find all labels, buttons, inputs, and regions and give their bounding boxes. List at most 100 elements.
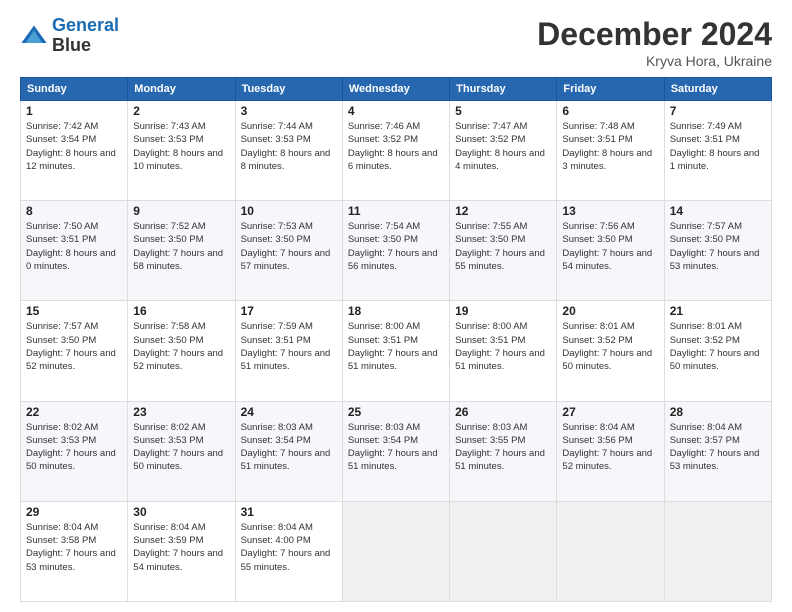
day-detail: Sunrise: 7:53 AM Sunset: 3:50 PM Dayligh… <box>241 220 337 273</box>
weekday-header-cell: Friday <box>557 78 664 101</box>
calendar-day-cell <box>450 501 557 601</box>
calendar-day-cell: 13 Sunrise: 7:56 AM Sunset: 3:50 PM Dayl… <box>557 201 664 301</box>
calendar-day-cell: 23 Sunrise: 8:02 AM Sunset: 3:53 PM Dayl… <box>128 401 235 501</box>
calendar-day-cell: 4 Sunrise: 7:46 AM Sunset: 3:52 PM Dayli… <box>342 101 449 201</box>
day-number: 19 <box>455 304 551 318</box>
day-number: 23 <box>133 405 229 419</box>
day-detail: Sunrise: 8:04 AM Sunset: 3:57 PM Dayligh… <box>670 421 766 474</box>
day-number: 28 <box>670 405 766 419</box>
day-detail: Sunrise: 7:55 AM Sunset: 3:50 PM Dayligh… <box>455 220 551 273</box>
day-detail: Sunrise: 7:57 AM Sunset: 3:50 PM Dayligh… <box>670 220 766 273</box>
day-detail: Sunrise: 8:03 AM Sunset: 3:54 PM Dayligh… <box>348 421 444 474</box>
calendar-week-row: 22 Sunrise: 8:02 AM Sunset: 3:53 PM Dayl… <box>21 401 772 501</box>
day-detail: Sunrise: 7:58 AM Sunset: 3:50 PM Dayligh… <box>133 320 229 373</box>
calendar-day-cell: 31 Sunrise: 8:04 AM Sunset: 4:00 PM Dayl… <box>235 501 342 601</box>
logo-icon <box>20 22 48 50</box>
day-detail: Sunrise: 7:46 AM Sunset: 3:52 PM Dayligh… <box>348 120 444 173</box>
calendar-day-cell: 6 Sunrise: 7:48 AM Sunset: 3:51 PM Dayli… <box>557 101 664 201</box>
day-detail: Sunrise: 7:49 AM Sunset: 3:51 PM Dayligh… <box>670 120 766 173</box>
day-number: 2 <box>133 104 229 118</box>
day-number: 29 <box>26 505 122 519</box>
day-number: 22 <box>26 405 122 419</box>
day-number: 12 <box>455 204 551 218</box>
weekday-header-cell: Saturday <box>664 78 771 101</box>
calendar-day-cell <box>664 501 771 601</box>
day-number: 10 <box>241 204 337 218</box>
day-detail: Sunrise: 7:52 AM Sunset: 3:50 PM Dayligh… <box>133 220 229 273</box>
day-detail: Sunrise: 7:42 AM Sunset: 3:54 PM Dayligh… <box>26 120 122 173</box>
calendar-day-cell: 22 Sunrise: 8:02 AM Sunset: 3:53 PM Dayl… <box>21 401 128 501</box>
calendar-day-cell: 7 Sunrise: 7:49 AM Sunset: 3:51 PM Dayli… <box>664 101 771 201</box>
day-number: 4 <box>348 104 444 118</box>
day-detail: Sunrise: 8:04 AM Sunset: 3:58 PM Dayligh… <box>26 521 122 574</box>
calendar-day-cell: 18 Sunrise: 8:00 AM Sunset: 3:51 PM Dayl… <box>342 301 449 401</box>
day-number: 18 <box>348 304 444 318</box>
day-number: 15 <box>26 304 122 318</box>
weekday-header-row: SundayMondayTuesdayWednesdayThursdayFrid… <box>21 78 772 101</box>
calendar-day-cell: 1 Sunrise: 7:42 AM Sunset: 3:54 PM Dayli… <box>21 101 128 201</box>
calendar-day-cell: 9 Sunrise: 7:52 AM Sunset: 3:50 PM Dayli… <box>128 201 235 301</box>
day-detail: Sunrise: 8:02 AM Sunset: 3:53 PM Dayligh… <box>26 421 122 474</box>
day-number: 14 <box>670 204 766 218</box>
day-detail: Sunrise: 8:03 AM Sunset: 3:54 PM Dayligh… <box>241 421 337 474</box>
day-number: 5 <box>455 104 551 118</box>
day-number: 17 <box>241 304 337 318</box>
title-block: December 2024 Kryva Hora, Ukraine <box>537 16 772 69</box>
calendar-day-cell: 30 Sunrise: 8:04 AM Sunset: 3:59 PM Dayl… <box>128 501 235 601</box>
day-number: 24 <box>241 405 337 419</box>
calendar-day-cell: 28 Sunrise: 8:04 AM Sunset: 3:57 PM Dayl… <box>664 401 771 501</box>
weekday-header-cell: Monday <box>128 78 235 101</box>
calendar-day-cell: 19 Sunrise: 8:00 AM Sunset: 3:51 PM Dayl… <box>450 301 557 401</box>
location: Kryva Hora, Ukraine <box>537 53 772 69</box>
weekday-header-cell: Sunday <box>21 78 128 101</box>
calendar-day-cell: 24 Sunrise: 8:03 AM Sunset: 3:54 PM Dayl… <box>235 401 342 501</box>
calendar-day-cell: 2 Sunrise: 7:43 AM Sunset: 3:53 PM Dayli… <box>128 101 235 201</box>
calendar-day-cell: 27 Sunrise: 8:04 AM Sunset: 3:56 PM Dayl… <box>557 401 664 501</box>
logo: General Blue <box>20 16 119 56</box>
day-number: 31 <box>241 505 337 519</box>
calendar-week-row: 15 Sunrise: 7:57 AM Sunset: 3:50 PM Dayl… <box>21 301 772 401</box>
calendar-day-cell: 11 Sunrise: 7:54 AM Sunset: 3:50 PM Dayl… <box>342 201 449 301</box>
day-detail: Sunrise: 7:43 AM Sunset: 3:53 PM Dayligh… <box>133 120 229 173</box>
calendar-table: SundayMondayTuesdayWednesdayThursdayFrid… <box>20 77 772 602</box>
day-detail: Sunrise: 8:04 AM Sunset: 3:56 PM Dayligh… <box>562 421 658 474</box>
day-detail: Sunrise: 7:44 AM Sunset: 3:53 PM Dayligh… <box>241 120 337 173</box>
calendar-day-cell: 3 Sunrise: 7:44 AM Sunset: 3:53 PM Dayli… <box>235 101 342 201</box>
day-detail: Sunrise: 8:01 AM Sunset: 3:52 PM Dayligh… <box>562 320 658 373</box>
calendar-day-cell: 16 Sunrise: 7:58 AM Sunset: 3:50 PM Dayl… <box>128 301 235 401</box>
calendar-day-cell: 29 Sunrise: 8:04 AM Sunset: 3:58 PM Dayl… <box>21 501 128 601</box>
calendar-day-cell: 5 Sunrise: 7:47 AM Sunset: 3:52 PM Dayli… <box>450 101 557 201</box>
weekday-header-cell: Thursday <box>450 78 557 101</box>
day-detail: Sunrise: 7:57 AM Sunset: 3:50 PM Dayligh… <box>26 320 122 373</box>
calendar-day-cell: 15 Sunrise: 7:57 AM Sunset: 3:50 PM Dayl… <box>21 301 128 401</box>
day-detail: Sunrise: 8:04 AM Sunset: 4:00 PM Dayligh… <box>241 521 337 574</box>
calendar-day-cell: 17 Sunrise: 7:59 AM Sunset: 3:51 PM Dayl… <box>235 301 342 401</box>
day-number: 6 <box>562 104 658 118</box>
day-detail: Sunrise: 7:47 AM Sunset: 3:52 PM Dayligh… <box>455 120 551 173</box>
day-number: 25 <box>348 405 444 419</box>
day-number: 27 <box>562 405 658 419</box>
day-number: 26 <box>455 405 551 419</box>
day-detail: Sunrise: 7:54 AM Sunset: 3:50 PM Dayligh… <box>348 220 444 273</box>
calendar-day-cell <box>557 501 664 601</box>
calendar-day-cell: 10 Sunrise: 7:53 AM Sunset: 3:50 PM Dayl… <box>235 201 342 301</box>
calendar-day-cell: 20 Sunrise: 8:01 AM Sunset: 3:52 PM Dayl… <box>557 301 664 401</box>
day-number: 13 <box>562 204 658 218</box>
calendar-week-row: 8 Sunrise: 7:50 AM Sunset: 3:51 PM Dayli… <box>21 201 772 301</box>
day-detail: Sunrise: 7:50 AM Sunset: 3:51 PM Dayligh… <box>26 220 122 273</box>
day-detail: Sunrise: 7:56 AM Sunset: 3:50 PM Dayligh… <box>562 220 658 273</box>
day-number: 16 <box>133 304 229 318</box>
calendar-day-cell <box>342 501 449 601</box>
day-detail: Sunrise: 8:00 AM Sunset: 3:51 PM Dayligh… <box>348 320 444 373</box>
weekday-header-cell: Wednesday <box>342 78 449 101</box>
day-detail: Sunrise: 7:48 AM Sunset: 3:51 PM Dayligh… <box>562 120 658 173</box>
logo-text: General Blue <box>52 16 119 56</box>
calendar-week-row: 1 Sunrise: 7:42 AM Sunset: 3:54 PM Dayli… <box>21 101 772 201</box>
day-number: 8 <box>26 204 122 218</box>
weekday-header-cell: Tuesday <box>235 78 342 101</box>
day-detail: Sunrise: 8:02 AM Sunset: 3:53 PM Dayligh… <box>133 421 229 474</box>
day-number: 7 <box>670 104 766 118</box>
calendar-page: General Blue December 2024 Kryva Hora, U… <box>0 0 792 612</box>
day-number: 20 <box>562 304 658 318</box>
day-detail: Sunrise: 8:01 AM Sunset: 3:52 PM Dayligh… <box>670 320 766 373</box>
